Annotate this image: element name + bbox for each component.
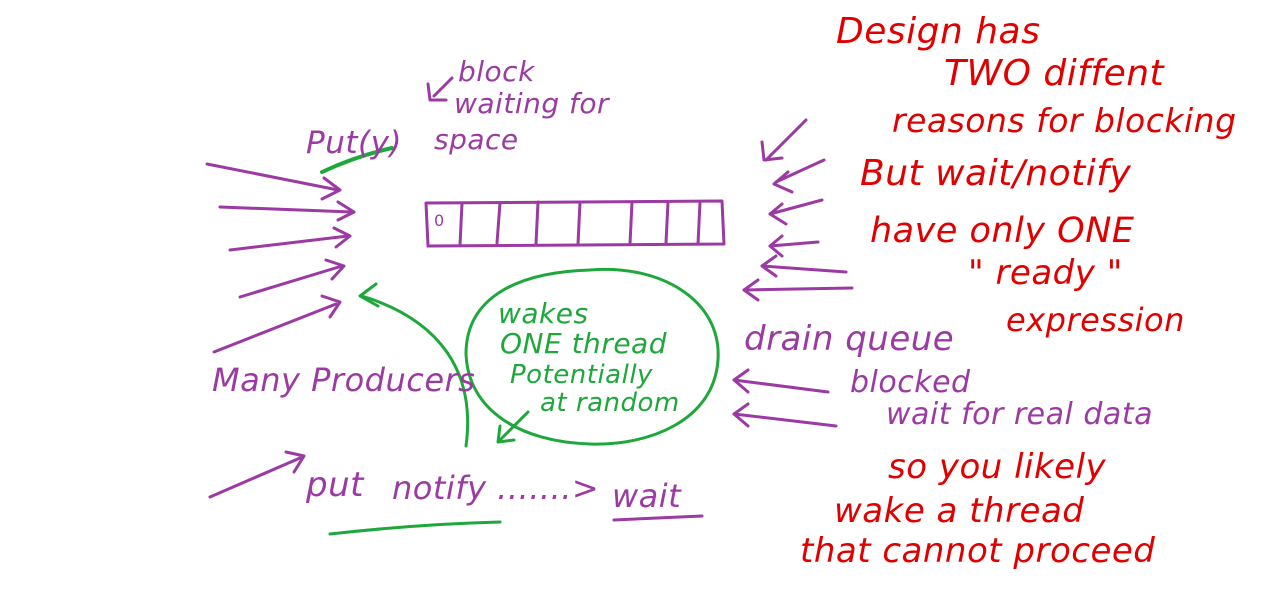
wakes-line2: ONE thread — [500, 327, 667, 360]
design-note-line10: that cannot proceed — [800, 531, 1156, 571]
consumer-arrows — [732, 118, 854, 428]
design-note-line7: expression — [1006, 301, 1185, 339]
design-note-line3: reasons for blocking — [892, 101, 1237, 140]
notify-underline — [328, 520, 502, 536]
put-y-label: Put(y) — [306, 125, 403, 161]
blocked-label: blocked — [850, 365, 971, 400]
wait-for-real-data-label: wait for real data — [886, 397, 1153, 432]
wakes-line4: at random — [540, 388, 680, 418]
wait-label: wait — [612, 477, 682, 515]
notify-label: notify .......> — [392, 469, 600, 507]
buffer-queue — [424, 199, 726, 248]
design-note-line4: But wait/notify — [860, 153, 1132, 194]
design-note-line9: wake a thread — [834, 491, 1085, 531]
drain-queue-label: drain queue — [744, 319, 955, 359]
design-note-line6: " ready " — [968, 253, 1123, 293]
block-waiting-line1: block — [458, 55, 535, 88]
whiteboard-canvas: Put(y) block waiting for space 0 Many Pr… — [0, 0, 1268, 590]
design-note-line2: TWO diffent — [944, 53, 1165, 94]
design-note-line1: Design has — [836, 11, 1041, 52]
put-label: put — [306, 465, 364, 505]
wakes-line1: wakes — [498, 297, 589, 330]
buffer-slot-zero: 0 — [434, 211, 445, 230]
design-note-line8: so you likely — [888, 447, 1107, 487]
many-producers-label: Many Producers — [212, 361, 476, 399]
block-waiting-line3: space — [434, 123, 519, 156]
wakes-line3: Potentially — [510, 360, 653, 390]
block-waiting-line2: waiting for — [454, 87, 610, 120]
design-note-line5: have only ONE — [870, 211, 1135, 251]
wait-underline — [612, 514, 704, 522]
